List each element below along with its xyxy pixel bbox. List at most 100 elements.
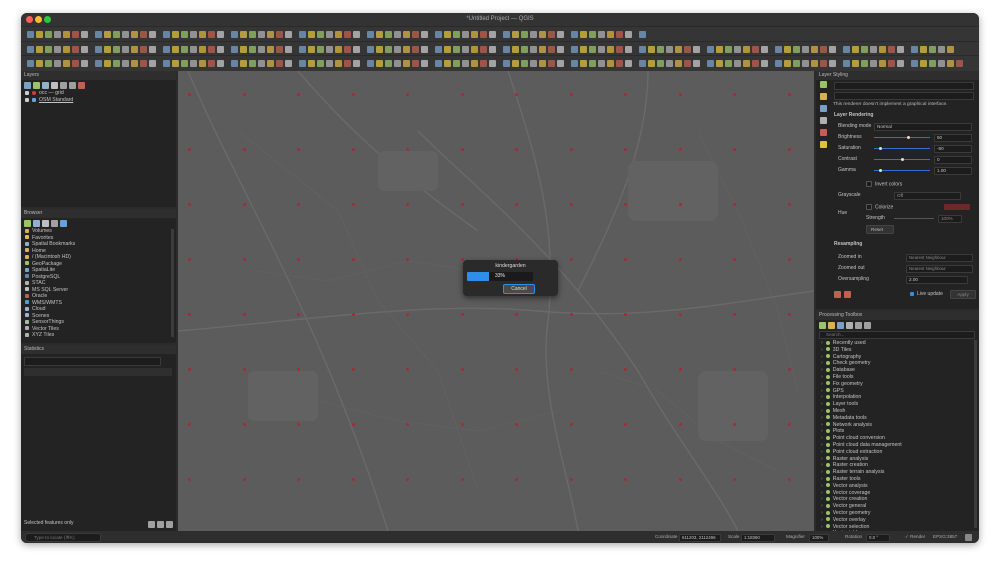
toolbar-tool-icon[interactable] (530, 31, 537, 38)
toolbar-tool-icon[interactable] (421, 31, 428, 38)
toolbar-tool-icon[interactable] (557, 60, 564, 67)
toolbar-tool-icon[interactable] (435, 46, 442, 53)
toolbar-tool-icon[interactable] (716, 60, 723, 67)
history-tab-icon[interactable] (820, 141, 827, 148)
slider-handle[interactable] (878, 169, 882, 172)
toolbar-tool-icon[interactable] (199, 46, 206, 53)
toolbar-tool-icon[interactable] (684, 60, 691, 67)
chevron-right-icon[interactable]: › (821, 428, 823, 434)
toolbar-tool-icon[interactable] (761, 46, 768, 53)
toolbar-tool-icon[interactable] (113, 31, 120, 38)
toolbar-tool-icon[interactable] (879, 46, 886, 53)
toolbar-tool-icon[interactable] (353, 31, 360, 38)
toolbar-tool-icon[interactable] (639, 60, 646, 67)
chevron-right-icon[interactable]: › (821, 367, 823, 373)
symbology-tab-icon[interactable] (820, 81, 827, 88)
toolbar-tool-icon[interactable] (852, 60, 859, 67)
toolbar-tool-icon[interactable] (353, 46, 360, 53)
colorize-color-button[interactable] (944, 204, 970, 210)
toolbar-tool-icon[interactable] (131, 31, 138, 38)
toolbar-tool-icon[interactable] (743, 60, 750, 67)
chevron-right-icon[interactable]: › (821, 394, 823, 400)
toolbar-tool-icon[interactable] (335, 60, 342, 67)
toolbar-tool-icon[interactable] (208, 60, 215, 67)
toolbar-tool-icon[interactable] (639, 46, 646, 53)
toolbar-tool-icon[interactable] (598, 31, 605, 38)
toolbar-tool-icon[interactable] (802, 60, 809, 67)
collapse-all-icon[interactable] (69, 82, 76, 89)
toolbar-tool-icon[interactable] (276, 31, 283, 38)
toolbar-tool-icon[interactable] (172, 46, 179, 53)
grayscale-select[interactable]: Off (894, 192, 961, 200)
toolbar-tool-icon[interactable] (140, 60, 147, 67)
toolbar-tool-icon[interactable] (752, 60, 759, 67)
checkbox-icon[interactable] (866, 204, 872, 210)
toolbar-tool-icon[interactable] (308, 46, 315, 53)
renderer-type-select[interactable] (834, 92, 974, 100)
toolbar-tool-icon[interactable] (376, 46, 383, 53)
toolbar-tool-icon[interactable] (784, 60, 791, 67)
toolbar-tool-icon[interactable] (657, 60, 664, 67)
toolbar-tool-icon[interactable] (480, 46, 487, 53)
toolbar-tool-icon[interactable] (104, 60, 111, 67)
toolbar-tool-icon[interactable] (231, 46, 238, 53)
toolbar-tool-icon[interactable] (453, 46, 460, 53)
toolbar-tool-icon[interactable] (852, 46, 859, 53)
toolbar-tool-icon[interactable] (403, 60, 410, 67)
expand-all-icon[interactable] (60, 82, 67, 89)
chevron-right-icon[interactable]: › (821, 449, 823, 455)
layer-item-osm[interactable]: OSM Standard (25, 97, 73, 104)
toolbar-tool-icon[interactable] (548, 31, 555, 38)
undo-icon[interactable] (834, 291, 841, 298)
toolbar-tool-icon[interactable] (285, 46, 292, 53)
toolbar-tool-icon[interactable] (36, 31, 43, 38)
toolbar-tool-icon[interactable] (752, 46, 759, 53)
toolbar-tool-icon[interactable] (607, 46, 614, 53)
toolbar-tool-icon[interactable] (140, 46, 147, 53)
locator-input[interactable]: Type to locate (⌘K) (25, 533, 101, 542)
toolbar-tool-icon[interactable] (149, 31, 156, 38)
toolbar-tool-icon[interactable] (27, 60, 34, 67)
slider-handle[interactable] (906, 136, 910, 139)
transparency-tab-icon[interactable] (820, 105, 827, 112)
toolbar-tool-icon[interactable] (521, 60, 528, 67)
toolbar-tool-icon[interactable] (589, 46, 596, 53)
toolbar-tool-icon[interactable] (299, 31, 306, 38)
toolbar-tool-icon[interactable] (172, 31, 179, 38)
toolbar-tool-icon[interactable] (276, 60, 283, 67)
toolbar-tool-icon[interactable] (45, 31, 52, 38)
browser-item[interactable]: XYZ Tiles (25, 332, 54, 339)
toolbar-tool-icon[interactable] (453, 60, 460, 67)
toolbar-tool-icon[interactable] (861, 46, 868, 53)
chevron-right-icon[interactable]: › (821, 374, 823, 380)
toolbar-tool-icon[interactable] (181, 31, 188, 38)
toolbar-tool-icon[interactable] (344, 31, 351, 38)
toolbar-tool-icon[interactable] (956, 60, 963, 67)
layer-item-grid[interactable]: occ — grid (25, 90, 64, 97)
close-window-button[interactable] (26, 16, 33, 23)
colorize-checkbox[interactable]: Colorize (866, 204, 893, 210)
collapse-all-icon[interactable] (51, 220, 58, 227)
toolbar-tool-icon[interactable] (938, 46, 945, 53)
toolbar-tool-icon[interactable] (444, 46, 451, 53)
toolbar-tool-icon[interactable] (947, 60, 954, 67)
toolbar-tool-icon[interactable] (326, 46, 333, 53)
toolbar-tool-icon[interactable] (521, 31, 528, 38)
rendering-tab-icon[interactable] (820, 129, 827, 136)
add-selected-layers-icon[interactable] (24, 220, 31, 227)
oversampling-spinbox[interactable]: 2.00 (906, 276, 968, 284)
results-viewer-icon[interactable] (846, 322, 853, 329)
toolbar-tool-icon[interactable] (775, 60, 782, 67)
toolbar-tool-icon[interactable] (571, 31, 578, 38)
chevron-right-icon[interactable]: › (821, 408, 823, 414)
toolbar-tool-icon[interactable] (95, 46, 102, 53)
toolbar-tool-icon[interactable] (666, 60, 673, 67)
chevron-right-icon[interactable]: › (821, 401, 823, 407)
toolbar-tool-icon[interactable] (217, 31, 224, 38)
strength-slider[interactable] (894, 218, 934, 219)
toolbar-tool-icon[interactable] (72, 60, 79, 67)
toolbar-tool-icon[interactable] (666, 46, 673, 53)
toolbar-tool-icon[interactable] (580, 31, 587, 38)
toolbar-tool-icon[interactable] (489, 46, 496, 53)
toolbar-tool-icon[interactable] (113, 46, 120, 53)
